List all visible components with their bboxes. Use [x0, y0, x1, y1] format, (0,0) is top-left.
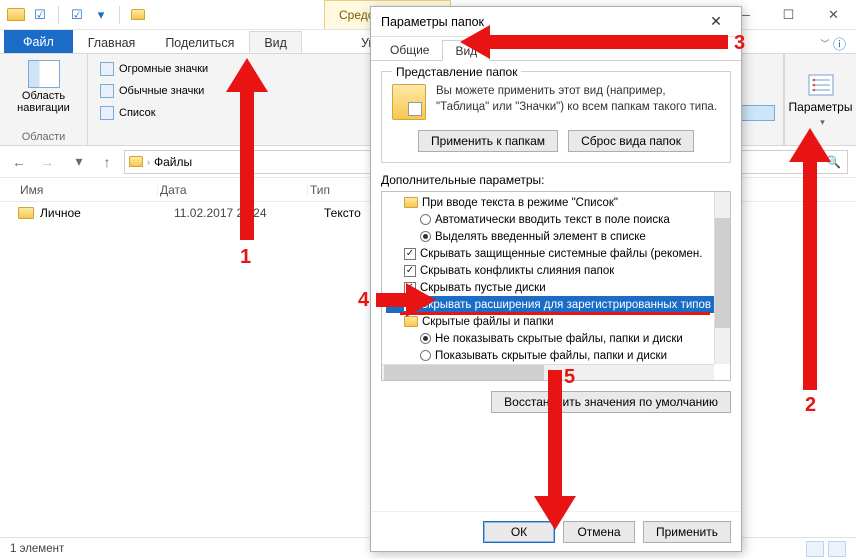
forward-button[interactable]: →: [36, 151, 58, 173]
folder-views-fieldset: Представление папок Вы можете применить …: [381, 71, 731, 163]
tree-group: При вводе текста в режиме "Список": [386, 194, 728, 211]
back-button[interactable]: ←: [8, 151, 30, 173]
fieldset-text: Вы можете применить этот вид (например, …: [436, 84, 720, 120]
advanced-label: Дополнительные параметры:: [381, 173, 731, 187]
tree-checkbox[interactable]: ✓Скрывать пустые диски: [386, 279, 728, 296]
properties-icon[interactable]: ☑: [30, 5, 50, 25]
tree-radio[interactable]: Не показывать скрытые файлы, папки и дис…: [386, 330, 728, 347]
folder-icon: [129, 156, 143, 167]
tree-group: Скрытые файлы и папки: [386, 313, 728, 330]
scrollbar-horizontal[interactable]: [382, 364, 714, 380]
dlg-tab-general[interactable]: Общие: [377, 39, 442, 60]
dialog-tab-strip: Общие Вид: [371, 37, 741, 61]
folder-icon: [404, 197, 418, 208]
dialog-footer: ОК Отмена Применить: [371, 511, 741, 551]
tree-checkbox[interactable]: ✓Скрывать конфликты слияния папок: [386, 262, 728, 279]
maximize-button[interactable]: ☐: [766, 0, 811, 29]
tab-home[interactable]: Главная: [73, 31, 151, 53]
tree-checkbox-hide-extensions[interactable]: Скрывать расширения для зарегистрированн…: [386, 296, 728, 313]
reset-folders-button[interactable]: Сброс вида папок: [568, 130, 694, 152]
tree-radio[interactable]: Выделять введенный элемент в списке: [386, 228, 728, 245]
view-details-icon[interactable]: [806, 541, 824, 557]
status-count: 1 элемент: [10, 543, 64, 555]
folder-icon: [404, 316, 418, 327]
cancel-button[interactable]: Отмена: [563, 521, 635, 543]
close-button[interactable]: ✕: [811, 0, 856, 29]
group-caption: Области: [8, 129, 79, 143]
file-name: Личное: [40, 206, 174, 220]
ok-button[interactable]: ОК: [483, 521, 555, 543]
tab-file[interactable]: Файл: [4, 30, 73, 53]
apply-button[interactable]: Применить: [643, 521, 731, 543]
col-date[interactable]: Дата: [158, 183, 308, 197]
scrollbar-vertical[interactable]: [714, 192, 730, 364]
history-dropdown[interactable]: ▾: [68, 151, 90, 173]
dialog-titlebar: Параметры папок ✕: [371, 7, 741, 37]
ribbon-group-panes: Область навигации Области: [0, 54, 88, 145]
dialog-title: Параметры папок: [381, 15, 484, 29]
navigation-pane-icon: [28, 60, 60, 88]
file-date: 11.02.2017 22:24: [174, 206, 324, 220]
file-type: Тексто: [324, 206, 361, 220]
options-button[interactable]: Параметры ▾: [784, 54, 856, 145]
tree-checkbox[interactable]: ✓Скрывать защищенные системные файлы (ре…: [386, 245, 728, 262]
folder-options-dialog: Параметры папок ✕ Общие Вид Представлени…: [370, 6, 742, 552]
tab-view[interactable]: Вид: [249, 31, 302, 53]
quick-access-toolbar: ☑ ☑ ▾: [0, 0, 154, 29]
dlg-tab-view[interactable]: Вид: [442, 40, 490, 61]
checkbox-icon[interactable]: ☑: [67, 5, 87, 25]
search-icon: 🔍: [826, 155, 841, 169]
tree-radio[interactable]: Показывать скрытые файлы, папки и диски: [386, 347, 728, 364]
breadcrumb[interactable]: Файлы: [154, 155, 192, 169]
apply-to-folders-button[interactable]: Применить к папкам: [418, 130, 558, 152]
folder-icon: [18, 207, 34, 219]
folder-icon: [6, 5, 26, 25]
folder-small-icon: [128, 5, 148, 25]
navigation-pane-button[interactable]: Область навигации: [8, 58, 79, 114]
view-large-icon[interactable]: [828, 541, 846, 557]
fieldset-legend: Представление папок: [392, 65, 521, 79]
tree-radio[interactable]: Автоматически вводить текст в поле поиск…: [386, 211, 728, 228]
advanced-settings-tree[interactable]: При вводе текста в режиме "Список" Автом…: [381, 191, 731, 381]
options-icon: [807, 73, 835, 97]
dialog-close-button[interactable]: ✕: [699, 13, 733, 30]
up-button[interactable]: ↑: [96, 151, 118, 173]
chevron-down-icon: ▾: [820, 117, 825, 128]
tab-share[interactable]: Поделиться: [150, 31, 249, 53]
restore-defaults-button[interactable]: Восстановить значения по умолчанию: [491, 391, 731, 413]
col-name[interactable]: Имя: [18, 183, 158, 197]
overflow-icon[interactable]: ▾: [91, 5, 111, 25]
folder-views-icon: [392, 84, 426, 120]
ribbon-collapse-icon[interactable]: ﹀ ⓘ: [816, 34, 846, 53]
